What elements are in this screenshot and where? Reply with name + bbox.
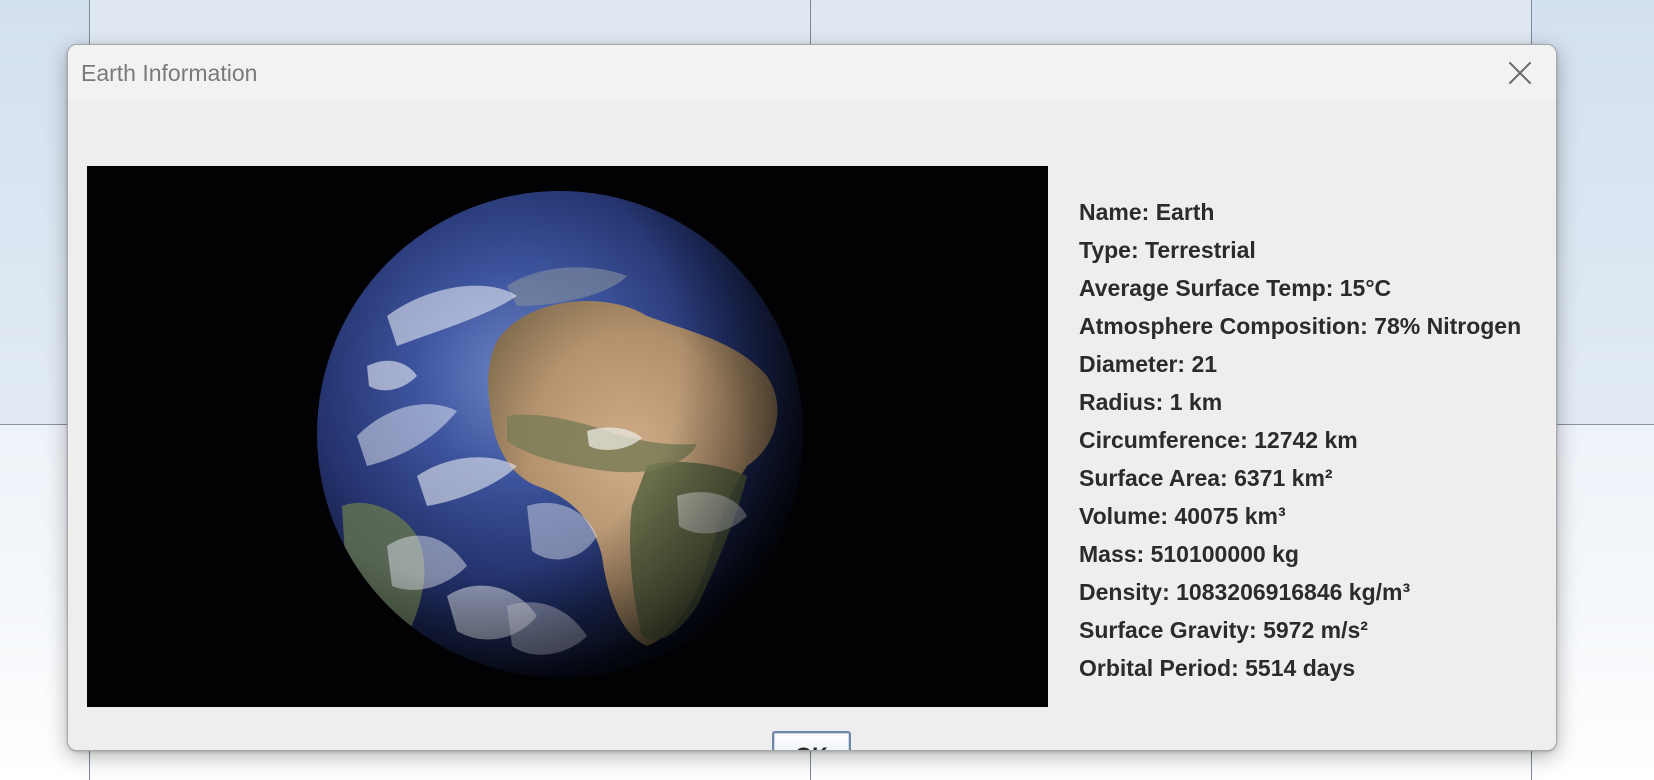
info-mass: Mass: 510100000 kg	[1079, 541, 1299, 567]
dialog-content: Name: Earth Type: Terrestrial Average Su…	[68, 101, 1556, 750]
dialog-titlebar[interactable]: Earth Information	[68, 45, 1556, 101]
info-surface-gravity: Surface Gravity: 5972 m/s²	[1079, 617, 1368, 643]
info-name: Name: Earth	[1079, 199, 1215, 225]
info-density: Density: 1083206916846 kg/m³	[1079, 579, 1411, 605]
info-surface-area: Surface Area: 6371 km²	[1079, 465, 1333, 491]
info-diameter: Diameter: 21	[1079, 351, 1218, 377]
close-icon	[1508, 61, 1532, 85]
info-average-surface-temp: Average Surface Temp: 15°C	[1079, 275, 1392, 301]
ok-button[interactable]: OK	[772, 731, 851, 750]
info-volume: Volume: 40075 km³	[1079, 503, 1286, 529]
info-orbital-period: Orbital Period: 5514 days	[1079, 655, 1356, 681]
close-button[interactable]	[1500, 53, 1540, 93]
earth-image	[87, 166, 1048, 707]
info-circumference: Circumference: 12742 km	[1079, 427, 1358, 453]
dialog-title: Earth Information	[81, 60, 258, 86]
info-atmosphere-composition: Atmosphere Composition: 78% Nitrogen	[1079, 313, 1522, 339]
info-type: Type: Terrestrial	[1079, 237, 1256, 263]
earth-info-dialog: Earth Information Name: Earth Type: Terr…	[67, 44, 1557, 751]
info-radius: Radius: 1 km	[1079, 389, 1223, 415]
earth-info-list: Name: Earth Type: Terrestrial Average Su…	[1079, 193, 1521, 687]
